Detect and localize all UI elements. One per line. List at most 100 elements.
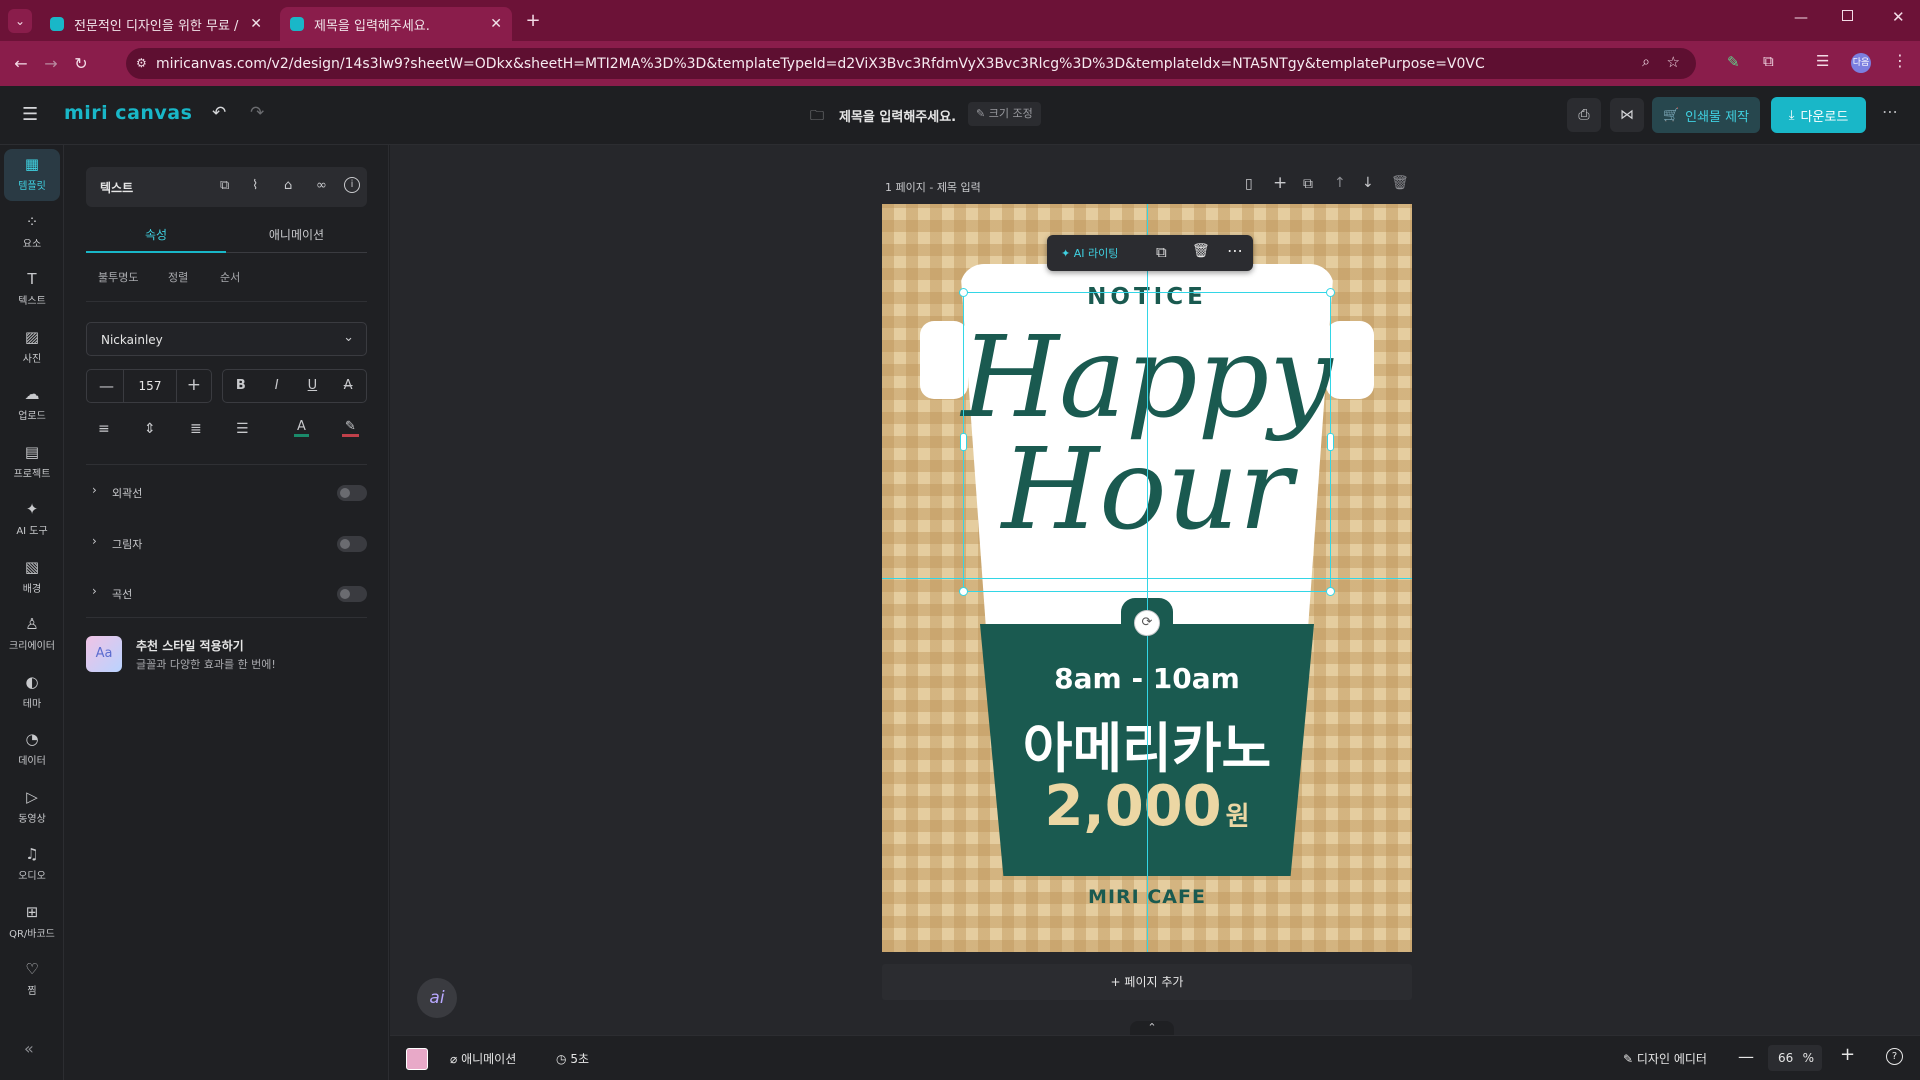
back-icon[interactable]: ←	[6, 54, 36, 73]
sidebar-item-theme[interactable]: ◐ 테마	[4, 667, 60, 719]
price-value[interactable]: 2,000	[1044, 774, 1221, 839]
browser-tab[interactable]: 전문적인 디자인을 위한 무료 / ✕	[40, 7, 272, 41]
zoom-field[interactable]: 66 %	[1768, 1045, 1822, 1071]
resize-handle[interactable]	[959, 288, 968, 297]
page-duplicate-icon[interactable]: ⧉	[1303, 176, 1313, 192]
strikethrough-icon[interactable]: A	[330, 370, 366, 402]
resize-handle[interactable]	[959, 587, 968, 596]
paint-format-icon[interactable]: ⌇	[252, 178, 258, 193]
duplicate-icon[interactable]: ⧉	[1156, 243, 1167, 261]
price-currency[interactable]: 원	[1226, 802, 1250, 832]
sidebar-item-video[interactable]: ▷ 동영상	[4, 782, 60, 834]
side-handle[interactable]	[960, 433, 967, 451]
sidebar-item-project[interactable]: ▤ 프로젝트	[4, 437, 60, 489]
sidebar-item-favorites[interactable]: ♡ 찜	[4, 954, 60, 1006]
rotate-handle[interactable]: ⟳	[1134, 610, 1160, 636]
link-icon[interactable]: ∞	[316, 178, 327, 193]
duration-button[interactable]: ◷ 5초	[556, 1050, 589, 1067]
minimize-icon[interactable]: —	[1794, 10, 1808, 26]
folder-icon[interactable]: 🗀	[810, 105, 824, 129]
restore-icon[interactable]	[1842, 10, 1853, 21]
page-color-swatch[interactable]	[406, 1048, 428, 1070]
zoom-out-icon[interactable]: —	[1738, 1047, 1754, 1066]
page-new-icon[interactable]: ▯	[1245, 176, 1253, 192]
browser-menu-icon[interactable]: ⋮	[1892, 51, 1908, 70]
zoom-in-icon[interactable]: +	[1840, 1044, 1855, 1065]
print-button[interactable]: 🛒 인쇄물 제작	[1652, 97, 1760, 133]
window-close-icon[interactable]: ✕	[1892, 8, 1905, 26]
section-curve[interactable]: › 곡선	[86, 579, 367, 609]
resize-handle[interactable]	[1326, 587, 1335, 596]
highlight-icon[interactable]: ✎	[342, 419, 359, 437]
document-title[interactable]: 제목을 입력해주세요.	[839, 106, 956, 125]
add-page-button[interactable]: + 페이지 추가	[882, 964, 1412, 1000]
resize-handle[interactable]	[1326, 288, 1335, 297]
help-icon[interactable]: ?	[1886, 1048, 1903, 1065]
tab-list-button[interactable]: ⌄	[8, 9, 32, 33]
save-icon[interactable]: ⎙	[1567, 98, 1601, 132]
text-selection-box[interactable]	[959, 288, 1335, 596]
sidebar-item-photo[interactable]: ▨ 사진	[4, 322, 60, 374]
sidebar-item-template[interactable]: ▦ 템플릿	[4, 149, 60, 201]
shadow-toggle[interactable]	[337, 536, 367, 552]
download-button[interactable]: ⤓ 다운로드	[1771, 97, 1866, 133]
share-icon[interactable]: ⋈	[1610, 98, 1644, 132]
extensions-icon[interactable]: ⧉	[1763, 52, 1774, 70]
increase-size-icon[interactable]: +	[187, 375, 201, 395]
collapse-up-icon[interactable]: ⌃	[1130, 1021, 1174, 1035]
app-logo[interactable]: miri canvas	[64, 102, 192, 124]
sidebar-item-upload[interactable]: ☁ 업로드	[4, 379, 60, 431]
sidebar-item-qr[interactable]: ⊞ QR/바코드	[4, 897, 60, 949]
sidebar-item-creator[interactable]: ♙ 크리에이터	[4, 609, 60, 661]
delete-icon[interactable]: 🗑	[1192, 243, 1210, 259]
outline-toggle[interactable]	[337, 485, 367, 501]
ai-writing-button[interactable]: ✦ AI 라이팅	[1061, 245, 1118, 261]
sidebar-item-text[interactable]: T 텍스트	[4, 264, 60, 316]
undo-icon[interactable]: ↶	[212, 103, 226, 123]
profile-avatar[interactable]: 다음	[1851, 53, 1871, 73]
close-tab-icon[interactable]: ✕	[250, 16, 262, 32]
more-icon[interactable]: ⋯	[1227, 241, 1243, 260]
zoom-icon[interactable]: ⌕	[1642, 54, 1650, 70]
ai-assistant-button[interactable]: ai	[417, 978, 457, 1018]
url-field[interactable]: ⚙ miricanvas.com/v2/design/14s3lw9?sheet…	[126, 48, 1696, 79]
browser-tab-active[interactable]: 제목을 입력해주세요. ✕	[280, 7, 512, 41]
font-size-input[interactable]: 157	[123, 370, 177, 402]
tab-properties[interactable]: 속성	[86, 217, 226, 253]
resize-button[interactable]: ✎ 크기 조정	[968, 102, 1041, 126]
opacity-button[interactable]: 불투명도	[98, 269, 138, 285]
sidebar-item-audio[interactable]: ♫ 오디오	[4, 839, 60, 891]
section-outline[interactable]: › 외곽선	[86, 478, 367, 508]
forward-icon[interactable]: →	[36, 54, 66, 73]
page-up-icon[interactable]: ↑	[1334, 175, 1346, 191]
bookmark-star-icon[interactable]: ☆	[1667, 53, 1680, 71]
animation-button[interactable]: ⌀ 애니메이션	[450, 1050, 516, 1067]
site-info-icon[interactable]: ⚙	[136, 56, 147, 70]
sidebar-item-ai-tool[interactable]: ✦ AI 도구	[4, 494, 60, 546]
media-control-icon[interactable]: ☰	[1816, 52, 1829, 70]
sidebar-item-data[interactable]: ◔ 데이터	[4, 724, 60, 776]
more-options-icon[interactable]: ⋯	[1882, 102, 1898, 121]
new-tab-icon[interactable]: +	[520, 8, 546, 34]
collapse-sidebar-icon[interactable]: «	[24, 1039, 34, 1058]
close-tab-icon[interactable]: ✕	[490, 16, 502, 32]
curve-toggle[interactable]	[337, 586, 367, 602]
info-icon[interactable]: i	[344, 177, 360, 193]
reload-icon[interactable]: ↻	[66, 54, 96, 73]
tab-animation[interactable]: 애니메이션	[226, 217, 367, 253]
vertical-align-icon[interactable]: ⇕	[144, 421, 156, 437]
side-handle[interactable]	[1327, 433, 1334, 451]
text-color-icon[interactable]: A	[294, 419, 309, 437]
section-shadow[interactable]: › 그림자	[86, 529, 367, 559]
align-button[interactable]: 정렬	[168, 269, 188, 285]
line-spacing-icon[interactable]: ≣	[190, 421, 202, 437]
text-align-icon[interactable]: ≡	[98, 421, 110, 437]
hamburger-menu-icon[interactable]: ☰	[22, 104, 38, 125]
page-delete-icon[interactable]: 🗑	[1391, 175, 1409, 191]
design-editor-button[interactable]: ✎ 디자인 에디터	[1623, 1050, 1707, 1067]
bold-icon[interactable]: B	[223, 370, 259, 402]
order-button[interactable]: 순서	[220, 269, 240, 285]
sidebar-item-elements[interactable]: ⁘ 요소	[4, 207, 60, 259]
extension-pen-icon[interactable]: ✎	[1727, 53, 1740, 71]
underline-icon[interactable]: U	[295, 370, 331, 402]
